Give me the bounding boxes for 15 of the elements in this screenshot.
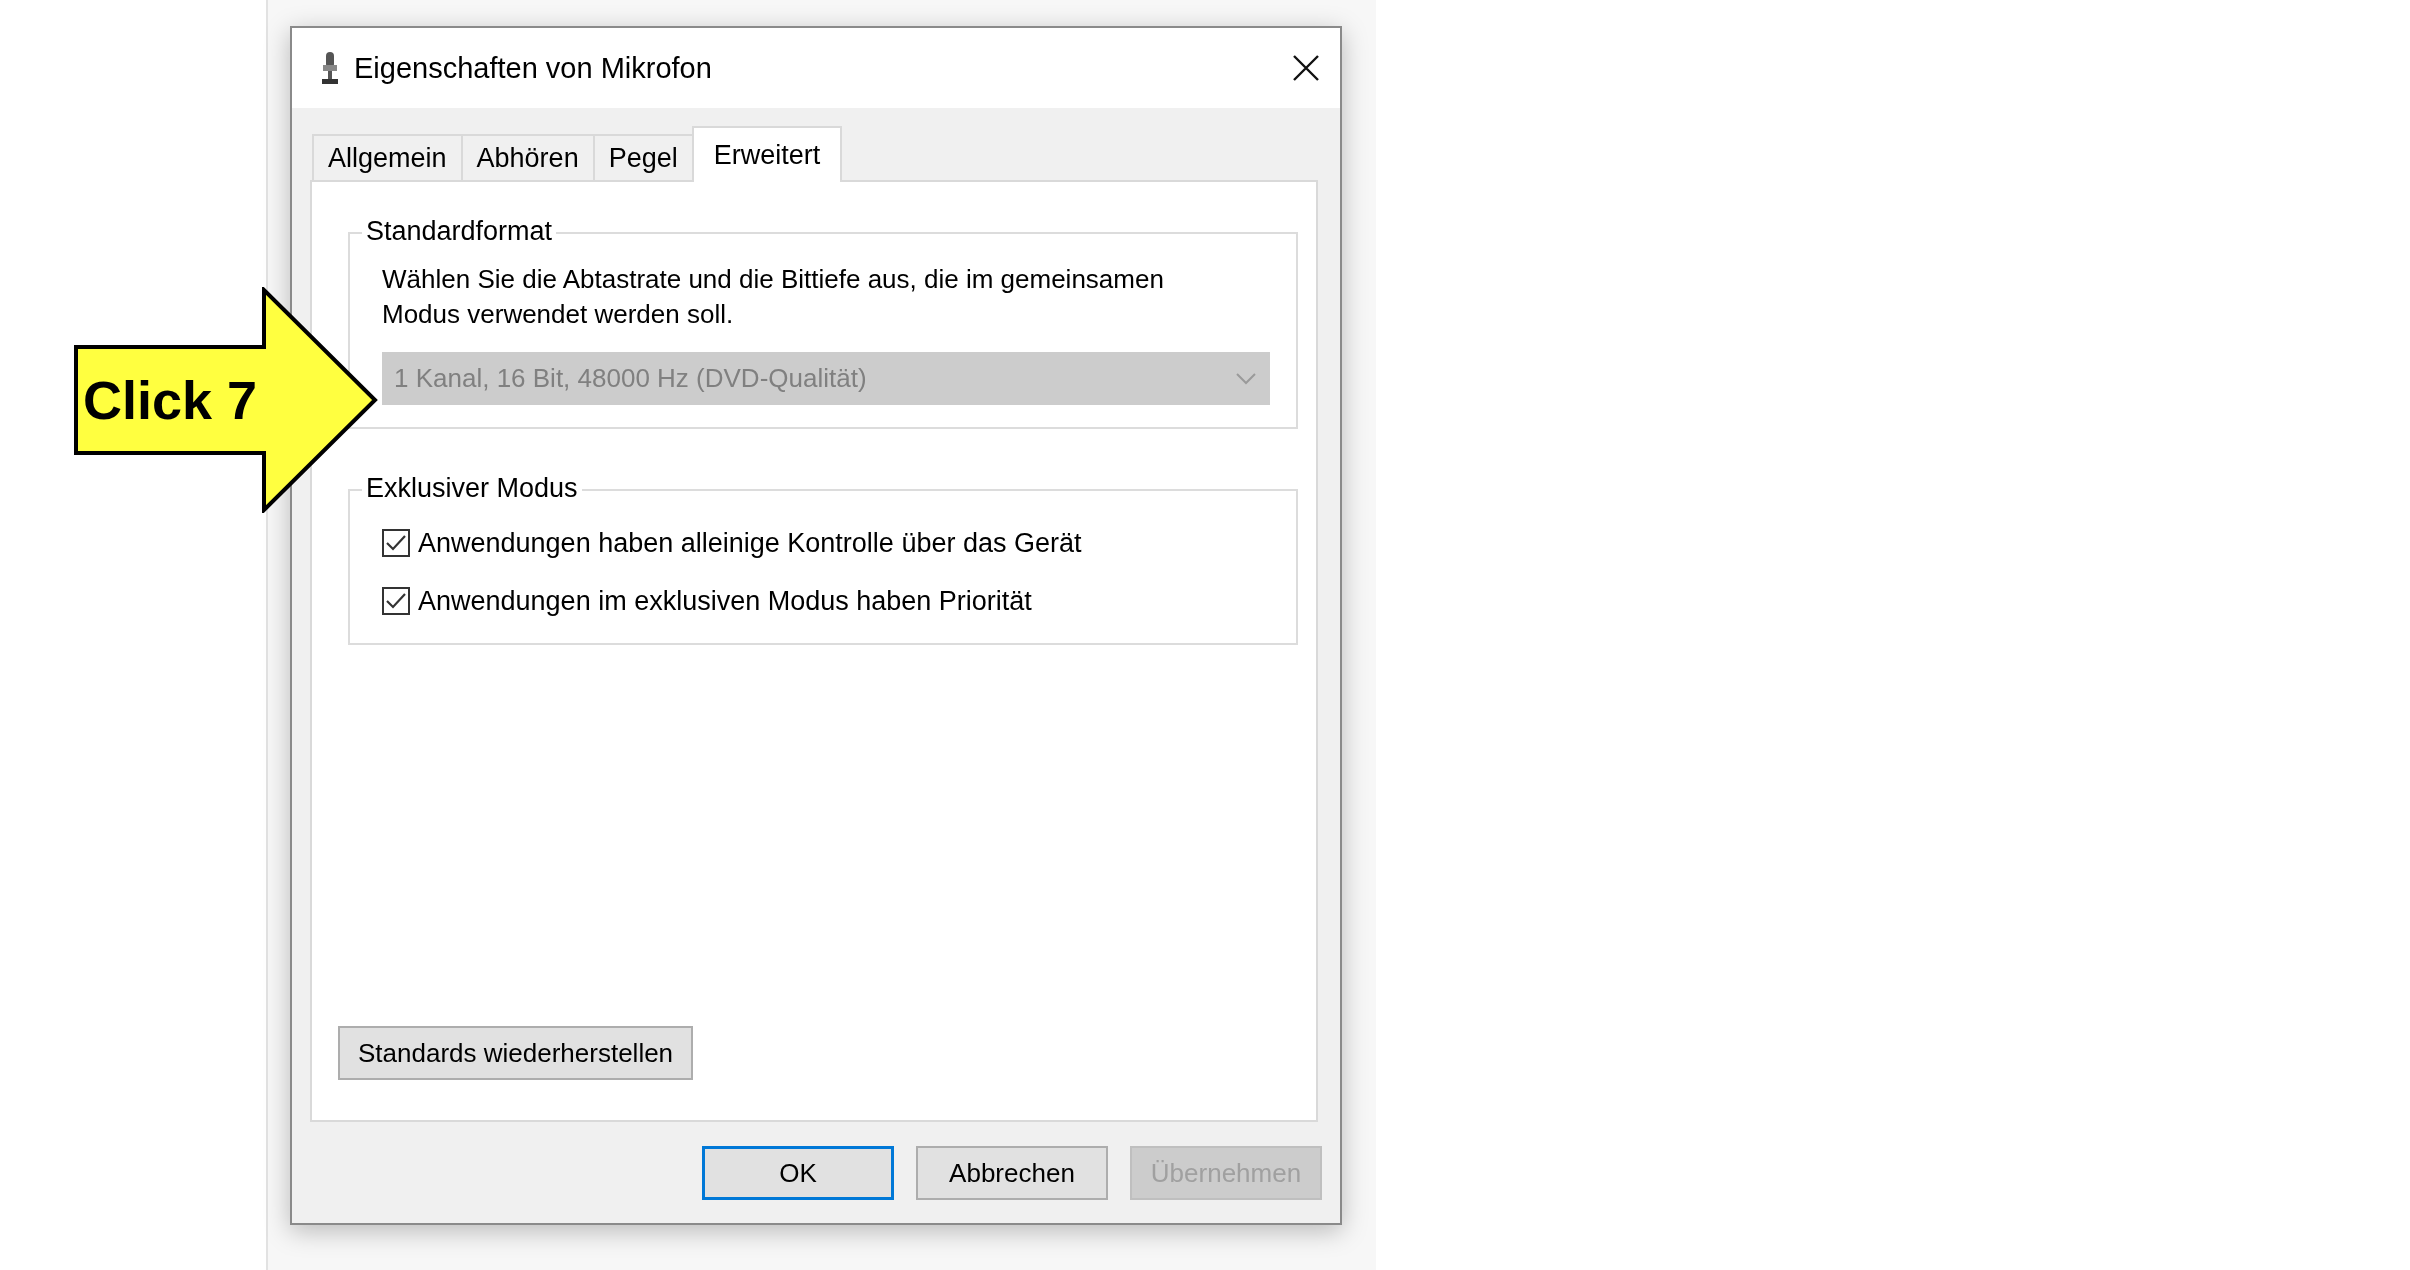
- window-title: Eigenschaften von Mikrofon: [354, 51, 713, 85]
- chevron-down-icon: [1236, 372, 1256, 385]
- tab[interactable]: Erweitert: [691, 126, 843, 182]
- tab[interactable]: Allgemein: [312, 134, 463, 180]
- close-icon[interactable]: [1292, 54, 1320, 82]
- checkbox[interactable]: [382, 529, 410, 557]
- callout-text: Click 7: [81, 369, 259, 432]
- ok-button[interactable]: OK: [702, 1146, 894, 1200]
- checkbox-label[interactable]: Anwendungen haben alleinige Kontrolle über das Gerät: [418, 527, 1082, 559]
- checkbox[interactable]: [382, 587, 410, 615]
- checkbox-label[interactable]: Anwendungen im exklusiven Modus haben Priorität: [418, 585, 1032, 617]
- cancel-button[interactable]: Abbrechen: [916, 1146, 1108, 1200]
- microphone-icon: [320, 51, 340, 85]
- description-text: Wählen Sie die Abtastrate und die Bittiefe aus, die im gemeinsamen Modus verwendet werden soll.: [382, 263, 1165, 331]
- restore-defaults-button[interactable]: Standards wiederherstellen: [338, 1026, 694, 1080]
